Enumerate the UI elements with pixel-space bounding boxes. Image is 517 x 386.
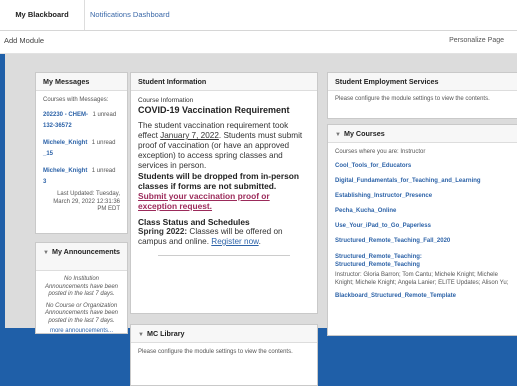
add-module-button[interactable]: Add Module — [4, 36, 44, 45]
mc-library-title: MC Library — [146, 329, 185, 338]
course-link[interactable]: Use_Your_iPad_to_Go_Paperless — [335, 223, 511, 229]
my-announcements-module: ▼ My Announcements No Institution Announc… — [35, 242, 128, 334]
mc-library-module: ▼ MC Library Please configure the module … — [130, 324, 318, 386]
message-item: Michele_Knight 1 unread _15 — [43, 136, 120, 158]
announcements-title: My Announcements — [51, 247, 120, 256]
module-toolbar: Add Module Personalize Page — [0, 31, 517, 54]
divider — [158, 255, 290, 256]
last-updated: Last Updated: Tuesday, March 29, 2022 12… — [53, 191, 120, 212]
class-status-heading: Class Status and Schedules — [138, 217, 250, 227]
covid-heading: COVID-19 Vaccination Requirement — [138, 105, 290, 115]
message-item: 202230 - CHEM- 1 unread 132-36572 — [43, 108, 120, 130]
personalize-page-button[interactable]: Personalize Page — [449, 37, 504, 44]
unread-count: 1 unread — [91, 140, 116, 146]
unread-count: 1 unread — [92, 112, 117, 118]
message-course-link[interactable]: Michele_Knight — [43, 168, 87, 174]
effective-date: January 7, 2022 — [160, 131, 219, 140]
tab-my-blackboard[interactable]: My Blackboard — [0, 0, 85, 30]
submit-vaccination-link[interactable]: Submit your vaccination proof or excepti… — [138, 191, 310, 211]
course-link[interactable]: Establishing_Instructor_Presence — [335, 193, 511, 199]
message-course-link-cont[interactable]: 132-36572 — [43, 123, 72, 129]
student-information-module: Student Information Course Information C… — [130, 72, 318, 314]
module-title: Student Employment Services — [328, 73, 517, 91]
chevron-down-icon[interactable]: ▼ — [138, 327, 144, 344]
period: . — [258, 237, 261, 246]
messages-intro: Courses with Messages: — [43, 97, 109, 103]
course-link[interactable]: Structured_Remote_Teaching_Fall_2020 — [335, 238, 511, 244]
message-course-link[interactable]: Michele_Knight — [43, 140, 87, 146]
dropped-warning: Students will be dropped from in-person … — [138, 171, 299, 191]
module-title: My Messages — [36, 73, 127, 91]
top-tab-bar: My Blackboard Notifications Dashboard — [0, 0, 517, 31]
employment-text: Please configure the module settings to … — [335, 96, 490, 102]
no-course-announcements: No Course or Organization Announcements … — [44, 302, 119, 324]
course-link[interactable]: Structured_Remote_Teaching: Structured_R… — [335, 253, 455, 269]
unread-count: 1 unread — [91, 168, 116, 174]
my-courses-module: ▼ My Courses Courses where you are: Instr… — [327, 124, 517, 336]
message-course-link-cont[interactable]: 3 — [43, 179, 46, 185]
chevron-down-icon[interactable]: ▼ — [335, 127, 341, 144]
module-title: ▼ My Announcements — [36, 243, 127, 271]
my-messages-module: My Messages Courses with Messages: 20223… — [35, 72, 128, 234]
message-course-link-cont[interactable]: _15 — [43, 151, 53, 157]
course-link[interactable]: Digital_Fundamentals_for_Teaching_and_Le… — [335, 178, 511, 184]
module-title: Student Information — [131, 73, 317, 91]
no-institution-announcements: No Institution Announcements have been p… — [44, 276, 119, 297]
course-info-label: Course Information — [138, 97, 194, 104]
chevron-down-icon[interactable]: ▼ — [43, 247, 49, 259]
vaccination-paragraph: The student vaccination requirement took… — [138, 121, 310, 171]
course-link[interactable]: Pecha_Kucha_Online — [335, 208, 511, 214]
course-instructors: Instructor: Gloria Barron; Tom Cantu; Mi… — [335, 272, 509, 286]
register-now-link[interactable]: Register now — [211, 237, 258, 246]
mc-library-text: Please configure the module settings to … — [138, 349, 293, 355]
courses-intro: Courses where you are: Instructor — [335, 149, 426, 155]
course-link[interactable]: Cool_Tools_for_Educators — [335, 163, 511, 169]
more-announcements-link[interactable]: more announcements... — [42, 328, 121, 334]
module-title: ▼ My Courses — [328, 125, 517, 143]
tab-notifications-dashboard[interactable]: Notifications Dashboard — [90, 0, 170, 30]
spring-label: Spring 2022: — [138, 227, 188, 236]
module-canvas: My Messages Courses with Messages: 20223… — [5, 54, 517, 386]
message-item: Michele_Knight 1 unread 3 — [43, 164, 120, 186]
student-employment-module: Student Employment Services Please confi… — [327, 72, 517, 119]
my-courses-title: My Courses — [343, 129, 385, 138]
message-course-link[interactable]: 202230 - CHEM- — [43, 112, 88, 118]
spring-paragraph: Spring 2022: Classes will be offered on … — [138, 227, 310, 247]
course-link[interactable]: Blackboard_Structured_Remote_Template — [335, 293, 511, 299]
